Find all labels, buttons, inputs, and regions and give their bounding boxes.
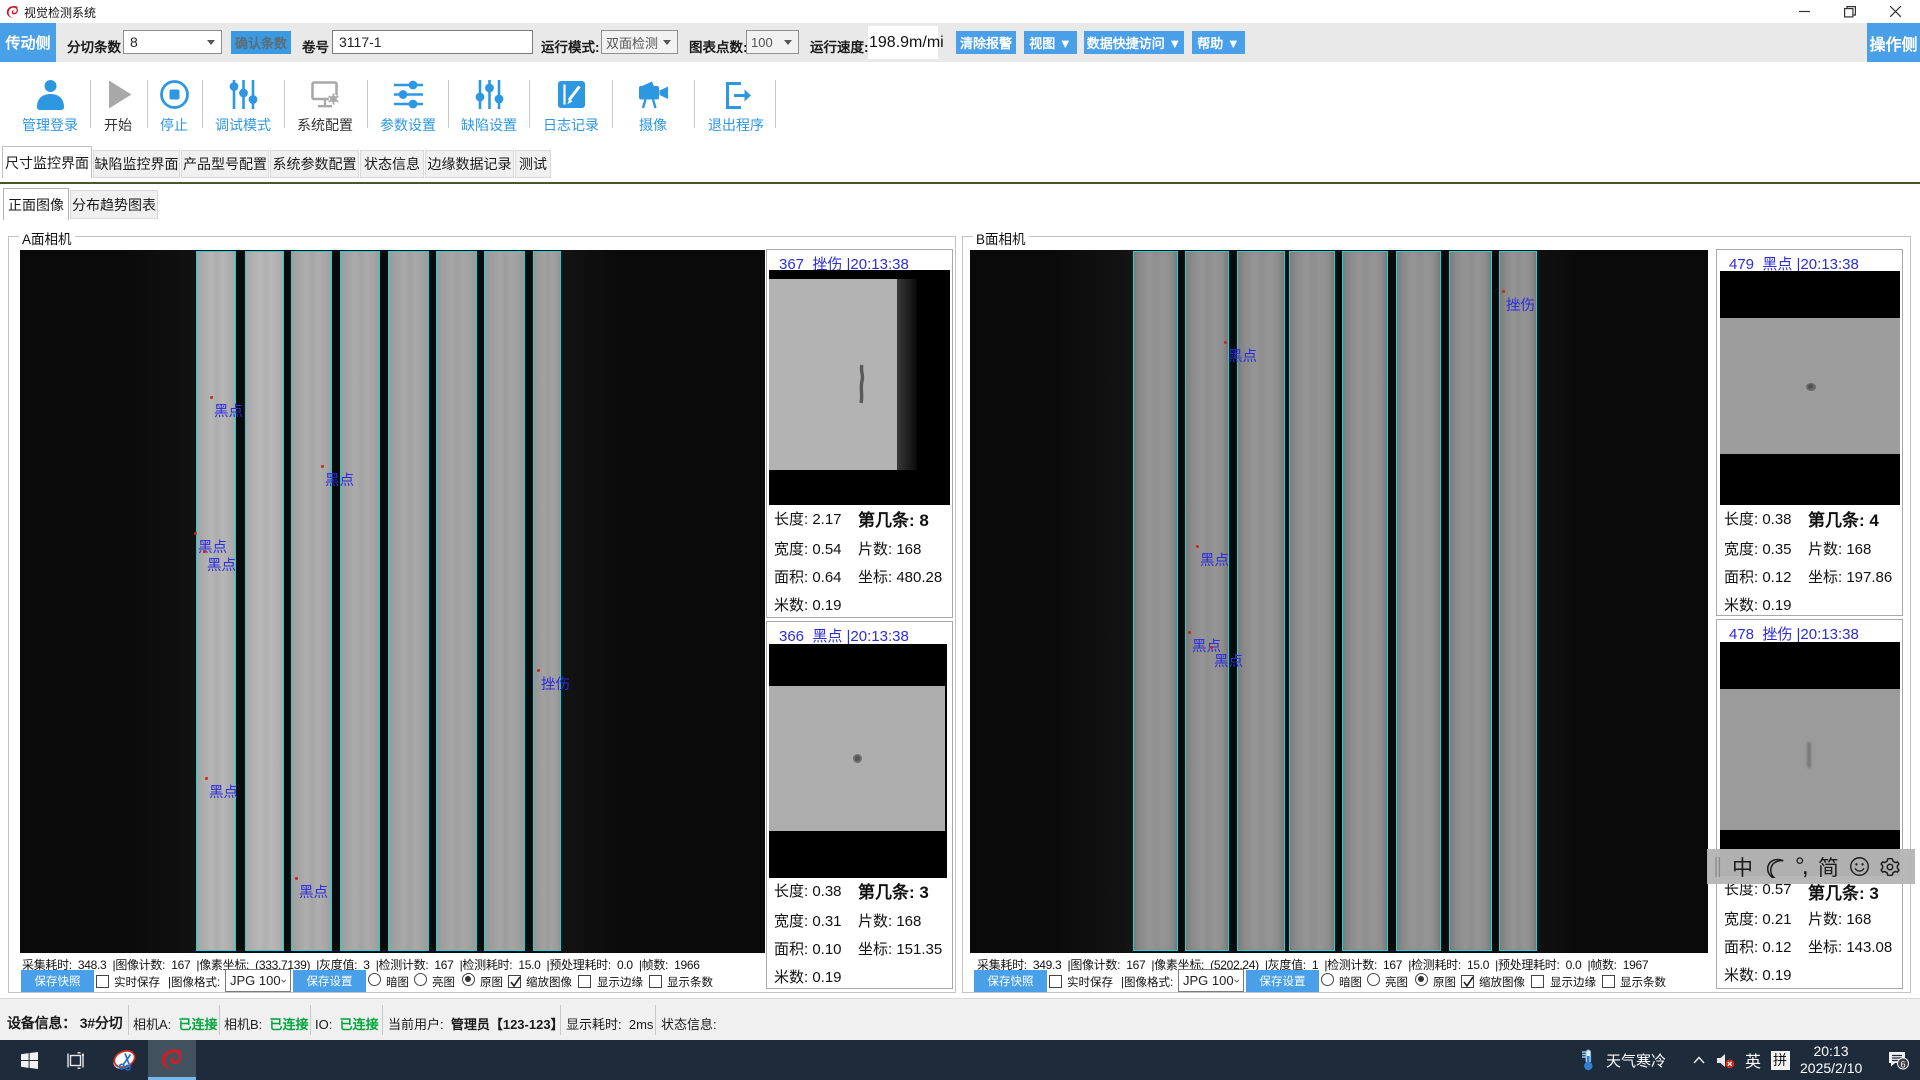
svg-text:6: 6 (1900, 1060, 1905, 1070)
